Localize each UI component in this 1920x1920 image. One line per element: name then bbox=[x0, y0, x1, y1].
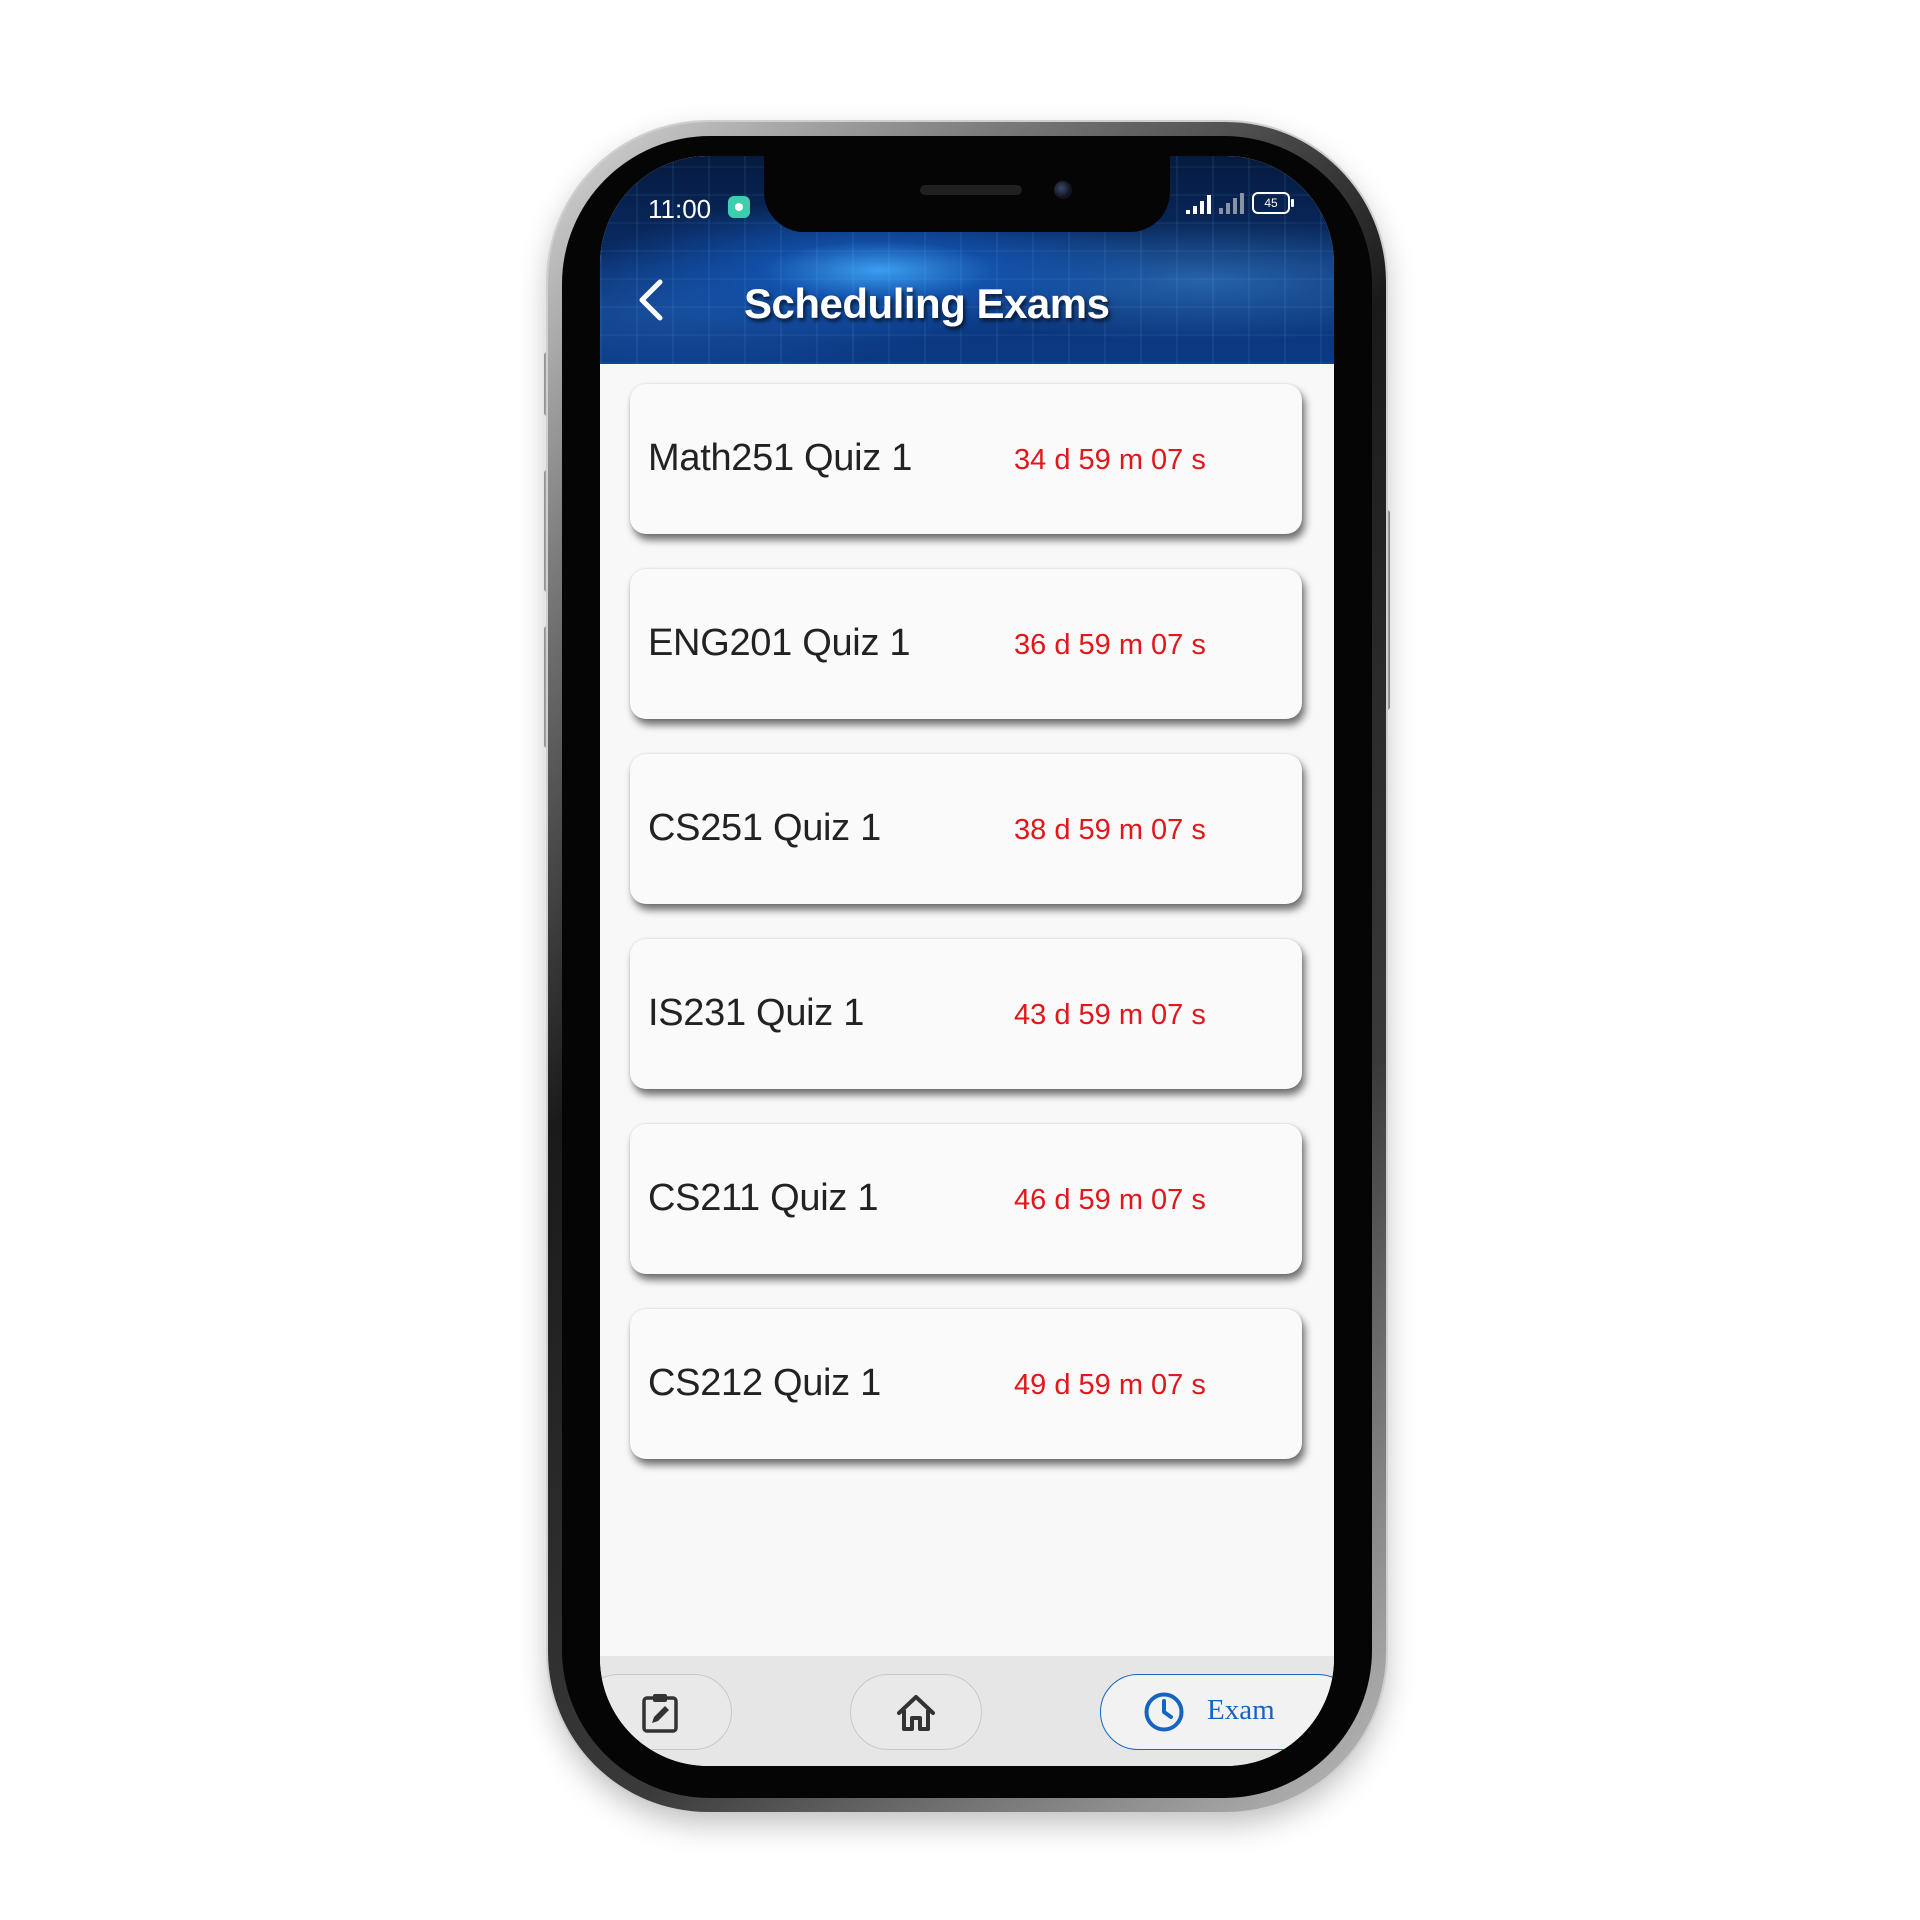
exam-card[interactable]: CS211 Quiz 1 46 d 59 m 07 s bbox=[630, 1124, 1302, 1274]
phone-screen: 11:00 45 Scheduling Exams Math251 Quiz 1… bbox=[600, 156, 1334, 1766]
nav-exam-label: Exam bbox=[1207, 1694, 1275, 1726]
exam-card[interactable]: CS251 Quiz 1 38 d 59 m 07 s bbox=[630, 754, 1302, 904]
exam-countdown: 43 d 59 m 07 s bbox=[1014, 999, 1206, 1031]
signal-strength-icon bbox=[1186, 192, 1211, 214]
status-indicators: 45 bbox=[1186, 192, 1294, 214]
exam-countdown: 34 d 59 m 07 s bbox=[1014, 444, 1206, 476]
exam-countdown: 36 d 59 m 07 s bbox=[1014, 629, 1206, 661]
phone-notch bbox=[764, 156, 1170, 232]
exam-name: CS212 Quiz 1 bbox=[648, 1362, 881, 1404]
back-button[interactable] bbox=[630, 276, 678, 324]
exam-list: Math251 Quiz 1 34 d 59 m 07 s ENG201 Qui… bbox=[630, 384, 1302, 1494]
nav-home-button[interactable] bbox=[850, 1674, 982, 1750]
chevron-left-icon bbox=[639, 279, 663, 321]
exam-name: ENG201 Quiz 1 bbox=[648, 622, 911, 664]
exam-countdown: 46 d 59 m 07 s bbox=[1014, 1184, 1206, 1216]
secondary-signal-icon bbox=[1219, 192, 1244, 214]
nav-assignments-button[interactable] bbox=[600, 1674, 732, 1750]
clock-icon bbox=[1144, 1692, 1184, 1732]
speaker-grille bbox=[920, 185, 1022, 195]
front-camera bbox=[1054, 181, 1072, 199]
exam-countdown: 38 d 59 m 07 s bbox=[1014, 814, 1206, 846]
home-icon bbox=[897, 1695, 935, 1731]
status-time: 11:00 bbox=[648, 194, 712, 224]
exam-name: IS231 Quiz 1 bbox=[648, 992, 865, 1034]
exam-card[interactable]: ENG201 Quiz 1 36 d 59 m 07 s bbox=[630, 569, 1302, 719]
bottom-navigation: Exam bbox=[600, 1656, 1334, 1766]
exam-card[interactable]: Math251 Quiz 1 34 d 59 m 07 s bbox=[630, 384, 1302, 534]
exam-card[interactable]: CS212 Quiz 1 49 d 59 m 07 s bbox=[630, 1309, 1302, 1459]
nav-exam-button[interactable]: Exam bbox=[1100, 1674, 1334, 1750]
exam-countdown: 49 d 59 m 07 s bbox=[1014, 1369, 1206, 1401]
exam-name: CS251 Quiz 1 bbox=[648, 807, 881, 849]
exam-name: CS211 Quiz 1 bbox=[648, 1177, 879, 1219]
battery-icon: 45 bbox=[1252, 192, 1294, 214]
notification-app-icon bbox=[728, 196, 750, 218]
exam-card[interactable]: IS231 Quiz 1 43 d 59 m 07 s bbox=[630, 939, 1302, 1089]
stage: 11:00 45 Scheduling Exams Math251 Quiz 1… bbox=[0, 0, 1920, 1920]
page-title: Scheduling Exams bbox=[744, 280, 1110, 327]
exam-name: Math251 Quiz 1 bbox=[648, 437, 913, 479]
battery-level: 45 bbox=[1264, 196, 1278, 210]
clipboard-edit-icon bbox=[642, 1694, 678, 1733]
